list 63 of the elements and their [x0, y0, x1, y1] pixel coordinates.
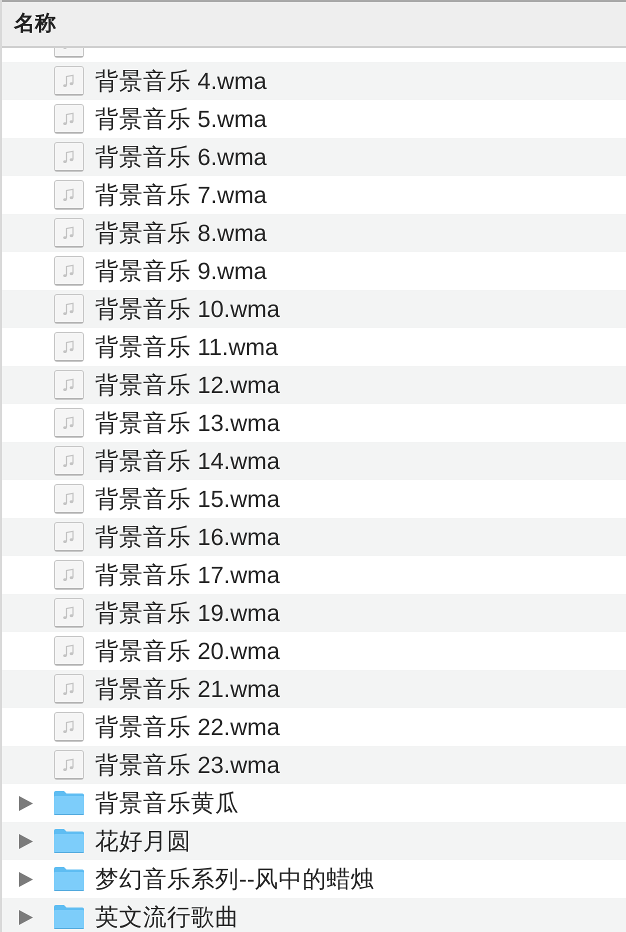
file-row[interactable]: 背景音乐 6.wma	[2, 138, 626, 176]
audio-file-icon	[54, 712, 84, 742]
audio-file-icon	[54, 66, 84, 96]
folder-name: 花好月圆	[95, 827, 191, 855]
audio-file-icon	[54, 674, 84, 704]
audio-file-icon	[54, 218, 84, 248]
folder-name: 英文流行歌曲	[95, 903, 239, 931]
audio-file-icon	[54, 598, 84, 628]
file-row[interactable]: 背景音乐 16.wma	[2, 518, 626, 556]
disclosure-triangle-icon[interactable]	[19, 796, 33, 810]
audio-file-icon	[54, 294, 84, 324]
folder-name: 背景音乐黄瓜	[95, 789, 239, 817]
file-name: 背景音乐 6.wma	[95, 143, 267, 171]
file-name: 背景音乐 19.wma	[95, 599, 280, 627]
folder-icon	[54, 905, 84, 929]
file-row[interactable]: 背景音乐 23.wma	[2, 746, 626, 784]
file-name: 背景音乐 4.wma	[95, 67, 267, 95]
disclosure-triangle-icon[interactable]	[19, 910, 33, 924]
file-name: 背景音乐 15.wma	[95, 485, 280, 513]
file-row[interactable]: 背景音乐 14.wma	[2, 442, 626, 480]
file-name: 背景音乐 20.wma	[95, 637, 280, 665]
audio-file-icon	[54, 256, 84, 286]
audio-file-icon	[54, 142, 84, 172]
audio-file-icon	[54, 636, 84, 666]
audio-file-icon	[54, 446, 84, 476]
file-name: 背景音乐 14.wma	[95, 447, 280, 475]
file-name: 背景音乐 12.wma	[95, 371, 280, 399]
file-row[interactable]: 背景音乐 8.wma	[2, 214, 626, 252]
audio-file-icon	[54, 560, 84, 590]
audio-file-icon	[54, 180, 84, 210]
audio-file-icon	[54, 522, 84, 552]
disclosure-triangle-icon[interactable]	[19, 834, 33, 848]
file-name: 背景音乐 9.wma	[95, 257, 267, 285]
file-row[interactable]: 英文流行歌曲	[2, 898, 626, 932]
file-row[interactable]: 花好月圆	[2, 822, 626, 860]
audio-file-icon	[54, 370, 84, 400]
audio-file-icon	[54, 484, 84, 514]
file-row[interactable]: 背景音乐 21.wma	[2, 670, 626, 708]
file-name: 背景音乐 11.wma	[95, 333, 278, 361]
file-name: 背景音乐 17.wma	[95, 561, 280, 589]
file-row[interactable]: 背景音乐 12.wma	[2, 366, 626, 404]
file-row[interactable]: 背景音乐 4.wma	[2, 62, 626, 100]
file-name: 背景音乐 10.wma	[95, 295, 280, 323]
column-header[interactable]: 名称	[14, 12, 56, 36]
file-name: 背景音乐 16.wma	[95, 523, 280, 551]
audio-file-icon	[54, 408, 84, 438]
folder-icon	[54, 867, 84, 891]
folder-icon	[54, 791, 84, 815]
file-name: 背景音乐 8.wma	[95, 219, 267, 247]
file-name: 背景音乐 22.wma	[95, 713, 280, 741]
file-row[interactable]: 背景音乐 10.wma	[2, 290, 626, 328]
folder-icon	[54, 829, 84, 853]
folder-name: 梦幻音乐系列--风中的蜡烛	[95, 865, 375, 893]
audio-file-icon	[54, 750, 84, 780]
disclosure-triangle-icon[interactable]	[19, 872, 33, 886]
file-name: 背景音乐 5.wma	[95, 105, 267, 133]
file-name: 背景音乐 23.wma	[95, 751, 280, 779]
audio-file-icon	[54, 332, 84, 362]
file-name: 背景音乐 13.wma	[95, 409, 280, 437]
audio-file-icon	[54, 104, 84, 134]
file-name: 背景音乐 7.wma	[95, 181, 267, 209]
file-row[interactable]: 背景音乐 19.wma	[2, 594, 626, 632]
file-name: 背景音乐 21.wma	[95, 675, 280, 703]
